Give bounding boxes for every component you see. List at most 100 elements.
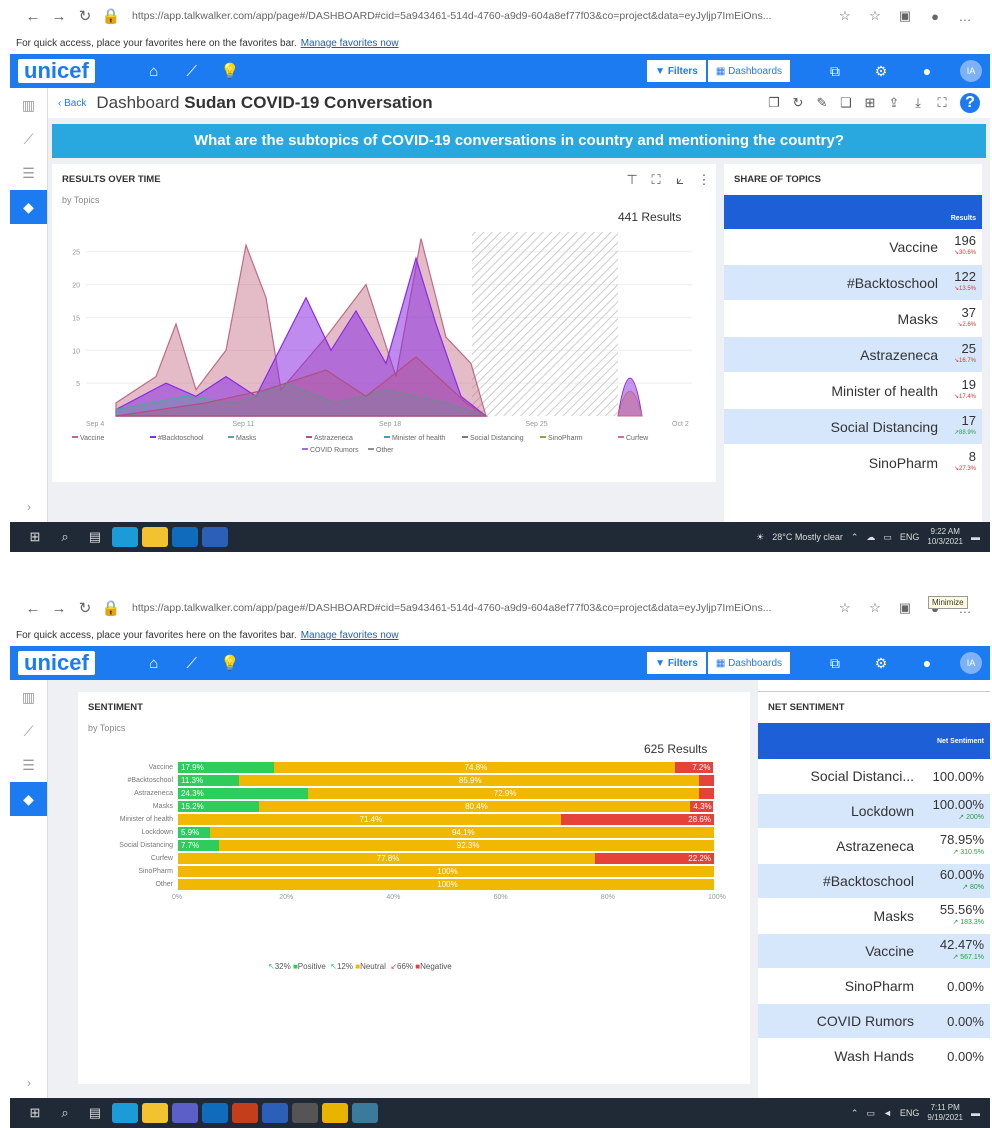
sentiment-bar[interactable]: 15.2% 80.4% 4.3% xyxy=(178,801,714,812)
file-explorer-icon[interactable] xyxy=(142,1103,168,1123)
dashboards-button[interactable]: ▦ Dashboards xyxy=(707,652,790,674)
positive-label[interactable]: Positive xyxy=(298,962,326,971)
edge-icon[interactable] xyxy=(112,527,138,547)
share-row[interactable]: SinoPharm 8 ↘27.3% xyxy=(724,445,982,481)
filters-button[interactable]: ▼ Filters xyxy=(647,60,706,82)
share-row[interactable]: Minister of health 19 ↘17.4% xyxy=(724,373,982,409)
chevron-up-icon[interactable]: ⌃ xyxy=(851,1108,859,1119)
sentiment-segment-neutral[interactable]: 71.4% xyxy=(178,814,561,825)
favorite-star-icon[interactable]: ☆ xyxy=(830,8,860,24)
home-icon[interactable]: ⌂ xyxy=(135,655,173,672)
volume-icon[interactable]: ◄ xyxy=(883,1108,892,1118)
sentiment-segment-positive[interactable]: 7.7% xyxy=(178,840,220,851)
download-icon[interactable]: ⤓ xyxy=(906,95,930,111)
language-indicator[interactable]: ENG xyxy=(900,1108,920,1118)
back-arrow-icon[interactable]: ← xyxy=(20,8,46,25)
expand-icon[interactable]: ⛶ xyxy=(644,172,668,188)
word-icon[interactable] xyxy=(262,1103,288,1123)
library-icon[interactable]: ▥ xyxy=(10,88,47,122)
sentiment-bar[interactable]: 71.4% 28.6% xyxy=(178,814,714,825)
sentiment-segment-neutral[interactable]: 100% xyxy=(178,879,714,890)
refresh-icon[interactable]: ↻ xyxy=(786,95,810,111)
filter-icon[interactable]: ⊤ xyxy=(620,172,644,188)
windows-start-icon[interactable]: ⊞ xyxy=(20,1105,50,1121)
trend-icon[interactable]: ⟋ xyxy=(173,655,211,672)
chat-icon[interactable]: ● xyxy=(904,63,950,79)
settings-icon[interactable]: ⚙ xyxy=(858,655,904,672)
forward-arrow-icon[interactable]: → xyxy=(46,8,72,25)
sentiment-bar[interactable]: 5.9% 94.1% xyxy=(178,827,714,838)
home-icon[interactable]: ⌂ xyxy=(135,63,173,80)
edge-icon[interactable] xyxy=(112,1103,138,1123)
neutral-label[interactable]: Neutral xyxy=(360,962,386,971)
address-bar[interactable]: https://app.talkwalker.com/app/page#/DAS… xyxy=(132,10,822,22)
expand-chevron-icon[interactable]: › xyxy=(10,1076,48,1090)
sentiment-segment-neutral[interactable]: 74.8% xyxy=(273,762,675,773)
weather-text[interactable]: 28°C Mostly clear xyxy=(772,532,843,542)
refresh-icon[interactable]: ↻ xyxy=(72,7,98,25)
sentiment-segment-positive[interactable]: 15.2% xyxy=(178,801,260,812)
sentiment-bar[interactable]: 100% xyxy=(178,866,714,877)
add-widget-icon[interactable]: ⊞ xyxy=(858,95,882,111)
profile-icon[interactable]: ● xyxy=(920,9,950,24)
chat-icon[interactable]: ● xyxy=(904,655,950,671)
sentiment-segment-negative[interactable]: 7.2% xyxy=(674,762,714,773)
sentiment-segment-negative[interactable]: 22.2% xyxy=(595,853,714,864)
net-sentiment-row[interactable]: Masks 55.56% ↗ 183.3% xyxy=(758,899,990,934)
language-indicator[interactable]: ENG xyxy=(900,532,920,542)
sentiment-bar[interactable]: 7.7% 92.3% xyxy=(178,840,714,851)
sentiment-segment-neutral[interactable]: 85.9% xyxy=(238,775,699,786)
sentiment-bar[interactable]: 100% xyxy=(178,879,714,890)
task-view-icon[interactable]: ▤ xyxy=(80,1105,110,1121)
sentiment-segment-positive[interactable]: 24.3% xyxy=(178,788,309,799)
translate-icon[interactable]: ⧉ xyxy=(812,63,858,80)
task-view-icon[interactable]: ▤ xyxy=(80,529,110,545)
net-sentiment-row[interactable]: SinoPharm 0.00% xyxy=(758,969,990,1004)
negative-label[interactable]: Negative xyxy=(420,962,452,971)
back-arrow-icon[interactable]: ← xyxy=(20,600,46,617)
sentiment-segment-neutral[interactable]: 100% xyxy=(178,866,714,877)
file-explorer-icon[interactable] xyxy=(142,527,168,547)
sentiment-bar[interactable]: 11.3% 85.9% xyxy=(178,775,714,786)
net-sentiment-row[interactable]: Lockdown 100.00% ↗ 200% xyxy=(758,794,990,829)
windows-start-icon[interactable]: ⊞ xyxy=(20,529,50,545)
translate-icon[interactable]: ⧉ xyxy=(812,655,858,672)
user-avatar[interactable]: IA xyxy=(960,652,982,674)
network-icon[interactable]: ▭ xyxy=(883,532,892,543)
sentiment-segment-positive[interactable]: 11.3% xyxy=(178,775,239,786)
network-icon[interactable]: ▭ xyxy=(866,1108,875,1119)
sentiment-segment-negative[interactable]: 28.6% xyxy=(560,814,714,825)
share-row[interactable]: Astrazeneca 25 ↘16.7% xyxy=(724,337,982,373)
chart-type-icon[interactable]: ⟀ xyxy=(668,172,692,188)
analytics-icon[interactable]: ⟋ xyxy=(10,122,47,156)
list-icon[interactable]: ☰ xyxy=(10,156,47,190)
user-avatar[interactable]: IA xyxy=(960,60,982,82)
sentiment-segment-positive[interactable]: 5.9% xyxy=(178,827,210,838)
expand-chevron-icon[interactable]: › xyxy=(10,500,48,514)
refresh-icon[interactable]: ↻ xyxy=(72,599,98,617)
notifications-icon[interactable]: ▬ xyxy=(971,532,980,542)
trend-icon[interactable]: ⟋ xyxy=(173,63,211,80)
favorites-icon[interactable]: ☆ xyxy=(860,600,890,616)
teams-icon[interactable] xyxy=(172,1103,198,1123)
net-sentiment-row[interactable]: Wash Hands 0.00% xyxy=(758,1039,990,1074)
fullscreen-icon[interactable]: ⛶ xyxy=(930,95,954,111)
back-button[interactable]: ‹ Back xyxy=(58,98,86,109)
unicef-logo[interactable]: unicef xyxy=(18,651,95,675)
sentiment-bar[interactable]: 17.9% 74.8% 7.2% xyxy=(178,762,714,773)
favorite-star-icon[interactable]: ☆ xyxy=(830,600,860,616)
clock[interactable]: 7:11 PM 9/19/2021 xyxy=(927,1103,963,1123)
settings-icon[interactable]: ⚙ xyxy=(858,63,904,80)
search-icon[interactable]: ⌕ xyxy=(50,1105,80,1121)
unicef-logo[interactable]: unicef xyxy=(18,59,95,83)
sentiment-segment-neutral[interactable]: 72.9% xyxy=(308,788,699,799)
sentiment-bar[interactable]: 77.8% 22.2% xyxy=(178,853,714,864)
word-icon[interactable] xyxy=(202,527,228,547)
forward-arrow-icon[interactable]: → xyxy=(46,600,72,617)
filters-button[interactable]: ▼ Filters xyxy=(647,652,706,674)
outlook-icon[interactable] xyxy=(172,527,198,547)
collections-icon[interactable]: ▣ xyxy=(890,600,920,616)
help-icon[interactable]: ? xyxy=(960,93,980,113)
share-row[interactable]: Masks 37 ↘2.6% xyxy=(724,301,982,337)
share-row[interactable]: Social Distancing 17 ↗88.9% xyxy=(724,409,982,445)
